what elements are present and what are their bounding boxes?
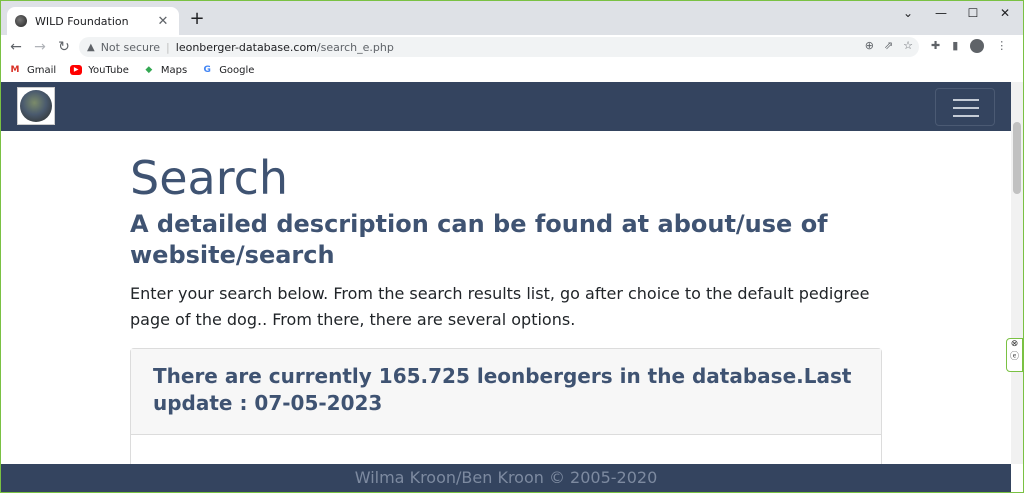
forward-button[interactable]: → bbox=[31, 38, 49, 56]
site-logo[interactable] bbox=[17, 87, 55, 125]
bookmark-label: Gmail bbox=[27, 64, 57, 76]
profile-icon[interactable] bbox=[970, 39, 985, 53]
hamburger-line bbox=[953, 107, 979, 109]
hamburger-line bbox=[953, 115, 979, 117]
address-bar[interactable]: ▲ Not secure | leonberger-database.com /… bbox=[79, 37, 919, 57]
back-button[interactable]: ← bbox=[7, 38, 25, 56]
page-title: Search bbox=[130, 151, 289, 205]
tab-wild-foundation[interactable]: WILD Foundation ✕ bbox=[7, 7, 179, 35]
reload-button[interactable]: ↻ bbox=[55, 38, 73, 56]
bookmark-google[interactable]: G Google bbox=[201, 65, 254, 76]
intro-text: Enter your search below. From the search… bbox=[130, 284, 870, 329]
minimize-button[interactable]: — bbox=[927, 5, 955, 21]
bookmark-maps[interactable]: ◆ Maps bbox=[143, 65, 187, 76]
omnibox-actions: ⊕ ⇗ ☆ bbox=[865, 39, 913, 52]
tab-close-icon[interactable]: ✕ bbox=[155, 14, 171, 29]
hamburger-menu-button[interactable] bbox=[935, 88, 995, 126]
side-widget[interactable]: ⊗ ⓔ bbox=[1006, 338, 1023, 372]
bookmark-gmail[interactable]: M Gmail bbox=[9, 64, 57, 76]
close-window-button[interactable]: ✕ bbox=[991, 5, 1019, 21]
bookmark-label: Google bbox=[219, 64, 255, 76]
bookmark-label: YouTube bbox=[88, 64, 129, 76]
youtube-icon: ▶ bbox=[70, 65, 83, 75]
footer-copyright: Wilma Kroon/Ben Kroon © 2005-2020 bbox=[354, 468, 658, 487]
edge-icon[interactable]: ⓔ bbox=[1007, 349, 1022, 362]
google-icon: G bbox=[203, 65, 211, 75]
url-host: leonberger-database.com bbox=[175, 40, 317, 54]
bookmark-label: Maps bbox=[160, 64, 188, 76]
maximize-button[interactable]: ☐ bbox=[959, 5, 987, 21]
maps-icon: ◆ bbox=[145, 65, 153, 75]
bookmark-star-icon[interactable]: ☆ bbox=[903, 39, 913, 52]
extension-area: ✚ ▮ ⋮ bbox=[931, 39, 1007, 53]
warning-icon[interactable]: ▲ bbox=[87, 42, 95, 53]
site-footer: Wilma Kroon/Ben Kroon © 2005-2020 bbox=[1, 464, 1011, 492]
new-tab-button[interactable]: + bbox=[187, 9, 207, 29]
hamburger-line bbox=[953, 99, 979, 101]
bookmark-youtube[interactable]: ▶ YouTube bbox=[70, 65, 129, 76]
side-panel-icon[interactable]: ▮ bbox=[952, 39, 958, 53]
url-separator: | bbox=[166, 40, 170, 54]
page-subtitle: A detailed description can be found at a… bbox=[130, 210, 828, 269]
tab-title: WILD Foundation bbox=[35, 14, 129, 28]
menu-icon[interactable]: ⋮ bbox=[996, 39, 1007, 53]
bookmarks-bar: M Gmail ▶ YouTube ◆ Maps G Google bbox=[1, 59, 1023, 81]
close-icon[interactable]: ⊗ bbox=[1007, 339, 1022, 349]
main-content: Search A detailed description can be fou… bbox=[1, 131, 1011, 464]
extensions-icon[interactable]: ✚ bbox=[931, 39, 940, 53]
not-secure-label[interactable]: Not secure bbox=[101, 41, 160, 54]
logo-image bbox=[20, 90, 52, 122]
stats-prefix: There are currently bbox=[153, 364, 372, 388]
stats-card: There are currently 165.725 leonbergers … bbox=[130, 348, 882, 464]
site-navbar bbox=[1, 82, 1011, 131]
tab-strip: WILD Foundation ✕ + ⌄ — ☐ ✕ bbox=[1, 1, 1023, 35]
browser-toolbar: ← → ↻ ▲ Not secure | leonberger-database… bbox=[1, 35, 1023, 59]
stats-count: 165.725 bbox=[378, 364, 470, 388]
gmail-icon: M bbox=[10, 65, 20, 75]
share-icon[interactable]: ⇗ bbox=[884, 39, 893, 52]
browser-window: WILD Foundation ✕ + ⌄ — ☐ ✕ ← → ↻ ▲ Not … bbox=[0, 0, 1024, 493]
url-path: /search_e.php bbox=[316, 40, 394, 54]
page-scrollbar[interactable] bbox=[1011, 82, 1023, 464]
site-favicon-icon bbox=[15, 15, 27, 27]
tab-search-icon[interactable]: ⌄ bbox=[894, 5, 922, 21]
stats-card-header: There are currently 165.725 leonbergers … bbox=[131, 349, 881, 435]
scrollbar-thumb[interactable] bbox=[1013, 122, 1021, 194]
zoom-icon[interactable]: ⊕ bbox=[865, 39, 874, 52]
